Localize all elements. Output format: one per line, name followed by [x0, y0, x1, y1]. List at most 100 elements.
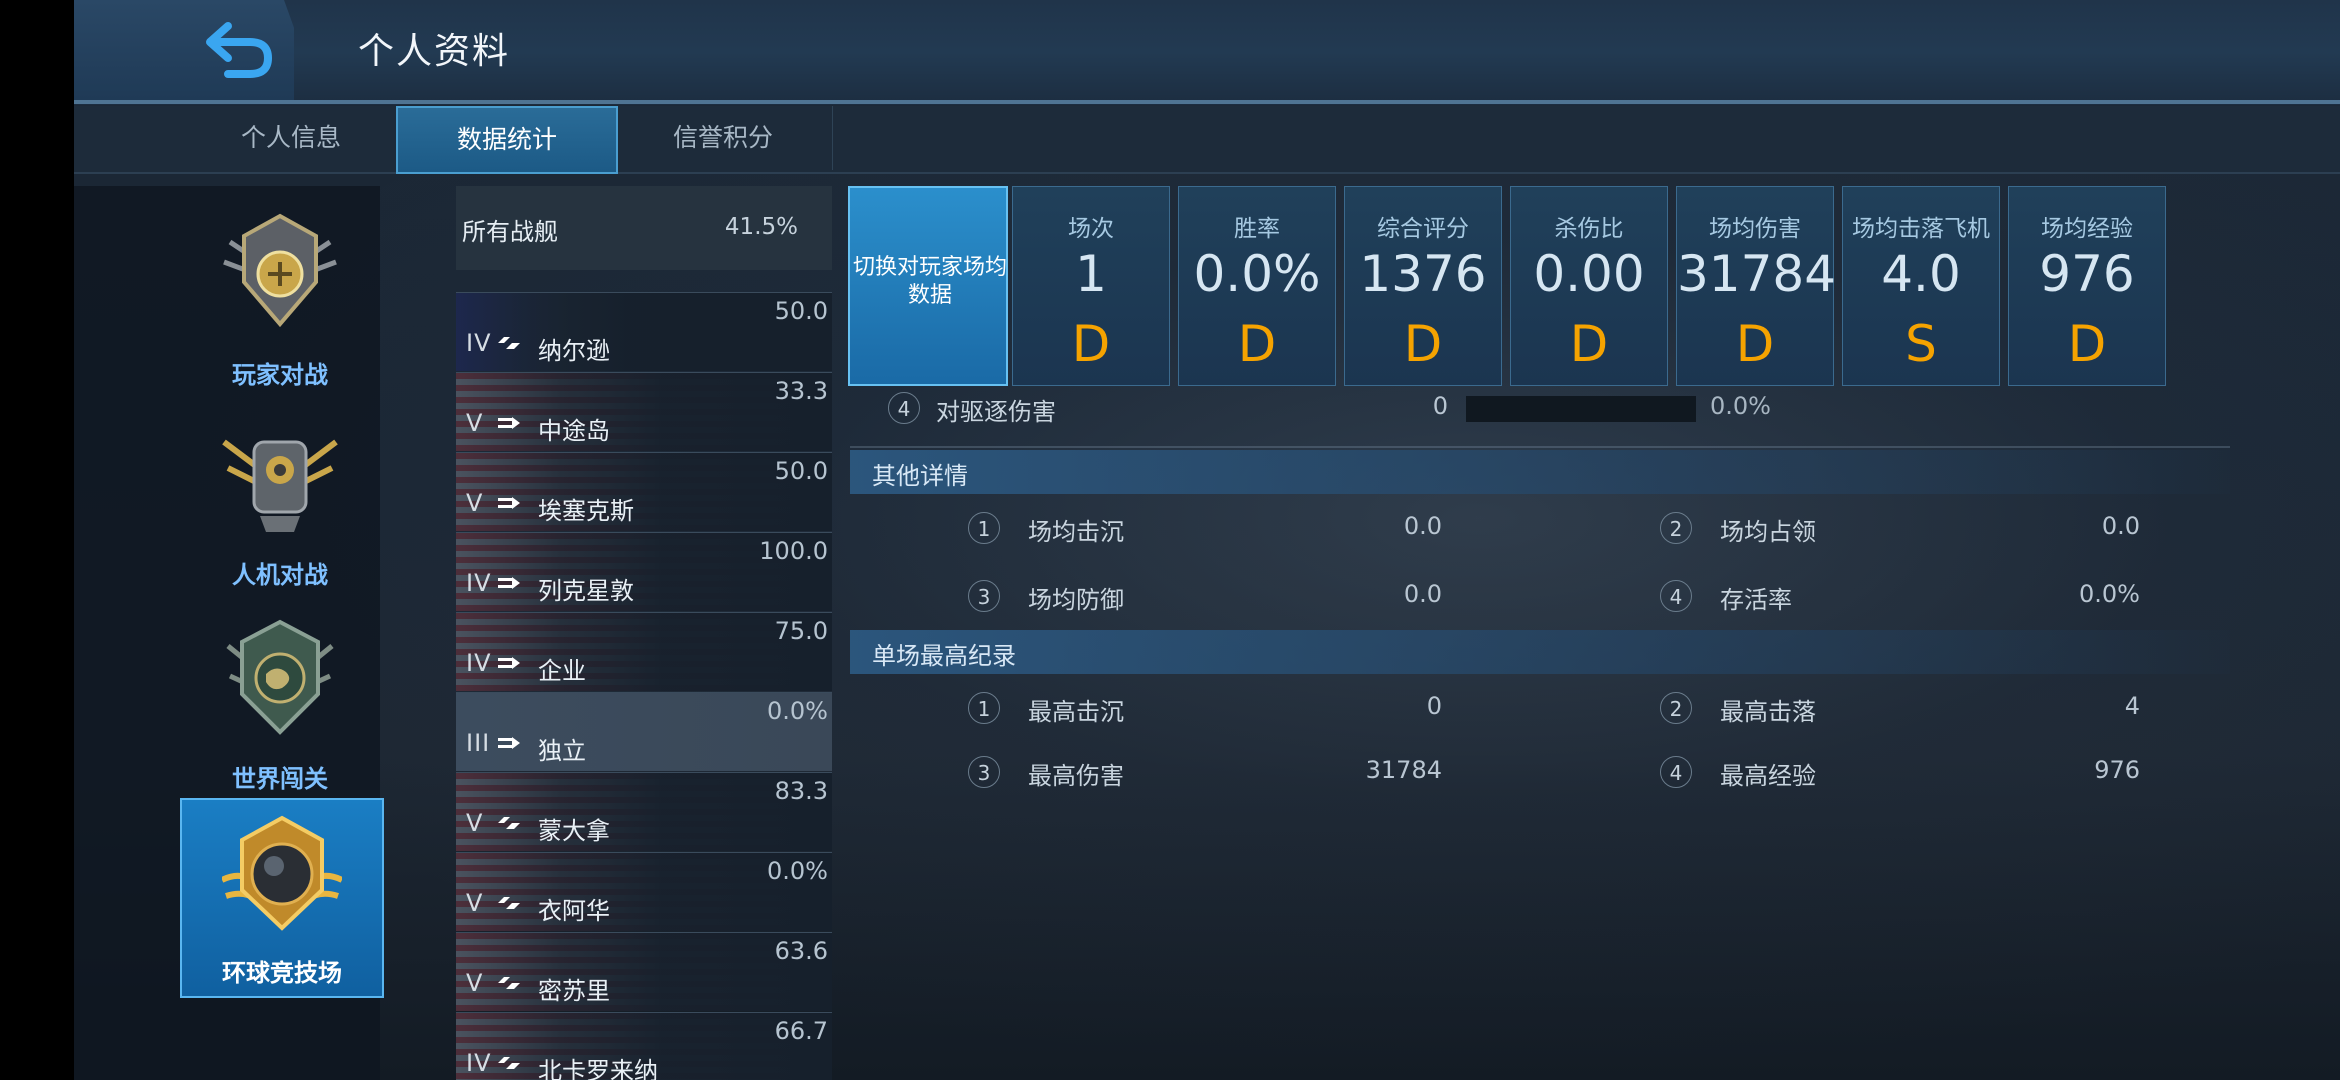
stat-grade: D — [1071, 315, 1111, 373]
ship-tier: V — [466, 809, 484, 837]
ship-winrate: 0.0% — [767, 697, 828, 725]
ship-tier: V — [466, 409, 484, 437]
destroyer-damage-value: 0 — [1432, 392, 1448, 420]
stat-label: 场均经验 — [2041, 216, 2133, 242]
mode-world[interactable]: 世界闯关 — [180, 606, 380, 802]
stat-grade: D — [2067, 315, 2107, 373]
ship-winrate: 50.0 — [774, 457, 828, 485]
ship-name: 列克星敦 — [538, 577, 634, 605]
ship-tier: III — [466, 729, 491, 757]
ship-row-selected[interactable]: III 独立 0.0% — [456, 692, 832, 771]
stat-label: 场次 — [1068, 216, 1114, 242]
detail-label: 场均防御 — [1028, 586, 1124, 614]
destroyer-damage-label: 对驱逐伤害 — [936, 398, 1056, 426]
ship-name: 中途岛 — [538, 417, 610, 445]
detail-label: 存活率 — [1720, 586, 1792, 614]
stat-grade: D — [1237, 315, 1277, 373]
ship-tier: V — [466, 889, 484, 917]
row-number: 1 — [968, 692, 1000, 724]
ship-name: 独立 — [538, 737, 586, 765]
row-number: 1 — [968, 512, 1000, 544]
ship-row[interactable]: IV 北卡罗来纳 66.7 — [456, 1012, 832, 1080]
mode-pvp[interactable]: 玩家对战 — [180, 202, 380, 398]
detail-label: 场均占领 — [1720, 518, 1816, 546]
stat-value: 0.0% — [1193, 245, 1321, 303]
ship-winrate: 75.0 — [774, 617, 828, 645]
switch-average-button[interactable]: 切换对玩家场均数据 — [848, 186, 1008, 386]
ship-row[interactable]: V 密苏里 63.6 — [456, 932, 832, 1011]
battleship-icon — [498, 657, 520, 669]
row-number: 2 — [1660, 512, 1692, 544]
ship-row[interactable]: V 埃塞克斯 50.0 — [456, 452, 832, 531]
stat-value: 0.00 — [1533, 245, 1645, 303]
ship-tier: IV — [466, 329, 492, 357]
carrier-icon — [498, 817, 520, 829]
ship-winrate: 83.3 — [774, 777, 828, 805]
stat-value: 976 — [2039, 245, 2135, 303]
battleship-icon — [498, 577, 520, 589]
record-value: 31784 — [1365, 756, 1442, 784]
pve-emblem-icon — [222, 439, 338, 532]
ship-name: 纳尔逊 — [538, 337, 610, 365]
destroyer-damage-bar — [1466, 396, 1696, 422]
stat-label: 场均伤害 — [1709, 216, 1801, 242]
ship-name: 埃塞克斯 — [538, 497, 634, 525]
ship-winrate: 63.6 — [774, 937, 828, 965]
ship-row[interactable]: V 衣阿华 0.0% — [456, 852, 832, 931]
record-label: 最高击落 — [1720, 698, 1816, 726]
carrier-icon — [498, 337, 520, 349]
stat-grade: D — [1735, 315, 1775, 373]
ship-tier: IV — [466, 1049, 492, 1077]
stat-grade: S — [1905, 315, 1937, 373]
stat-card-overall-rating: 综合评分 1376 D — [1344, 186, 1502, 386]
record-value: 4 — [2124, 692, 2140, 720]
mode-sidebar: 玩家对战 人机对战 世界闯关 环球竞技场 — [74, 186, 384, 1080]
row-number: 3 — [968, 580, 1000, 612]
mode-pve[interactable]: 人机对战 — [180, 402, 380, 598]
ship-tier: IV — [466, 569, 492, 597]
details-panel[interactable]: 4 对驱逐伤害 0 0.0% 其他详情 1 场均击沉 0.0 2 场均占领 0.… — [848, 386, 2238, 1080]
all-ships-label: 所有战舰 — [462, 218, 558, 246]
back-arrow-icon — [206, 22, 273, 78]
row-number: 2 — [1660, 692, 1692, 724]
mode-label: 环球竞技场 — [222, 959, 342, 987]
tab-credit-points[interactable]: 信誉积分 — [614, 106, 833, 170]
battleship-icon — [498, 737, 520, 749]
other-details-header: 其他详情 — [850, 450, 2230, 494]
ship-list[interactable]: 所有战舰 41.5% IV 纳尔逊 50.0 V 中途岛 33.3 V 埃塞克斯… — [456, 186, 832, 1080]
row-number: 4 — [1660, 756, 1692, 788]
ship-row[interactable]: V 中途岛 33.3 — [456, 372, 832, 451]
ship-row[interactable]: IV 企业 75.0 — [456, 612, 832, 691]
mode-label: 世界闯关 — [232, 765, 328, 793]
record-value: 976 — [2094, 756, 2140, 784]
mode-global-arena[interactable]: 环球竞技场 — [180, 798, 384, 998]
stat-label: 综合评分 — [1377, 216, 1469, 242]
app-window: 个人资料 个人信息 数据统计 信誉积分 玩家对战 人机对战 世界闯关 环球竞技场… — [74, 0, 2340, 1080]
header-bar: 个人资料 — [74, 0, 2340, 105]
ship-name: 密苏里 — [538, 977, 610, 1005]
stat-grade: D — [1403, 315, 1443, 373]
stat-card-avg-planes-shot: 场均击落飞机 4.0 S — [1842, 186, 2000, 386]
records-header: 单场最高纪录 — [850, 630, 2230, 674]
page-title: 个人资料 — [358, 31, 511, 72]
all-ships-row[interactable]: 所有战舰 41.5% — [456, 186, 832, 270]
tab-bar: 个人信息 数据统计 信誉积分 — [74, 106, 2340, 174]
section-title: 其他详情 — [872, 462, 968, 490]
ship-row[interactable]: IV 纳尔逊 50.0 — [456, 292, 832, 371]
ship-row[interactable]: V 蒙大拿 83.3 — [456, 772, 832, 851]
back-button[interactable] — [198, 14, 308, 84]
stat-label: 场均击落飞机 — [1852, 216, 1990, 242]
carrier-icon — [498, 897, 520, 909]
stats-summary: 切换对玩家场均数据 场次 1 D 胜率 0.0% D 综合评分 1376 D 杀… — [848, 186, 2238, 392]
ship-row[interactable]: IV 列克星敦 100.0 — [456, 532, 832, 611]
ship-winrate: 66.7 — [774, 1017, 828, 1045]
stat-value: 1376 — [1359, 245, 1487, 303]
tab-data-stats[interactable]: 数据统计 — [396, 106, 618, 174]
tab-personal-info[interactable]: 个人信息 — [182, 106, 401, 170]
record-label: 最高经验 — [1720, 762, 1816, 790]
stat-value: 31784 — [1677, 245, 1837, 303]
ship-name: 北卡罗来纳 — [538, 1057, 658, 1080]
ship-tier: IV — [466, 649, 492, 677]
mode-label: 玩家对战 — [232, 361, 328, 389]
ship-name: 衣阿华 — [538, 897, 610, 925]
